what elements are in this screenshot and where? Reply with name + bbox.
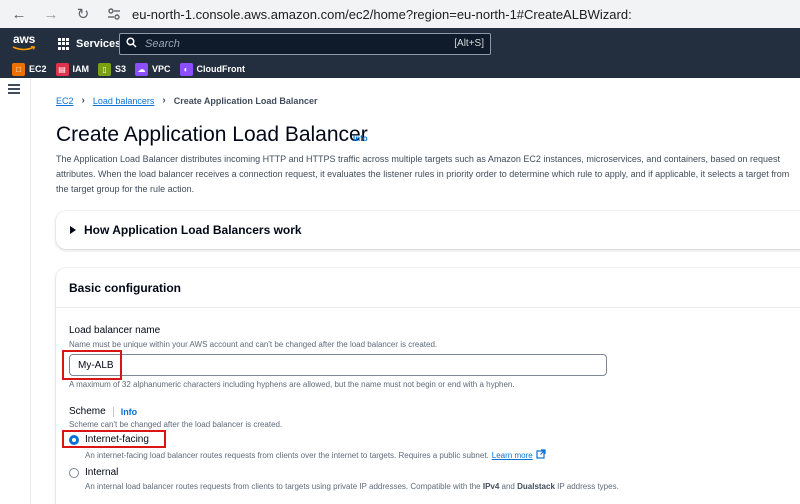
- aws-top-nav: aws Services [Alt+S]: [0, 28, 800, 60]
- internet-facing-desc-text: An internet-facing load balancer routes …: [85, 450, 489, 460]
- forward-arrow-icon[interactable]: →: [40, 3, 62, 25]
- internal-description: An internal load balancer routes request…: [85, 481, 645, 492]
- back-arrow-icon[interactable]: ←: [8, 3, 30, 25]
- internal-desc-text: An internal load balancer routes request…: [85, 482, 483, 491]
- annotation-highlight: [62, 430, 166, 448]
- address-bar-url[interactable]: eu-north-1.console.aws.amazon.com/ec2/ho…: [132, 7, 632, 22]
- search-icon: [126, 35, 137, 53]
- favorite-s3[interactable]: ▯ S3: [98, 62, 127, 76]
- how-alb-works-panel[interactable]: How Application Load Balancers work: [56, 211, 800, 249]
- iam-icon: ▤: [55, 62, 69, 76]
- favorite-label: EC2: [29, 64, 47, 74]
- caret-right-icon: [70, 226, 76, 234]
- radio-label: Internal: [85, 467, 119, 478]
- basic-configuration-card: Basic configuration Load balancer name N…: [56, 268, 800, 504]
- card-header: Basic configuration: [56, 268, 800, 308]
- radio-internal[interactable]: Internal: [69, 467, 118, 478]
- ec2-icon: □: [12, 62, 25, 76]
- ipv4-term: IPv4: [482, 482, 500, 491]
- search-input[interactable]: [145, 38, 425, 50]
- card-title: Basic configuration: [69, 280, 182, 295]
- favorite-label: S3: [115, 64, 127, 74]
- panel-title: How Application Load Balancers work: [84, 223, 302, 237]
- chevron-right-icon: ›: [81, 95, 85, 106]
- search-shortcut-hint: [Alt+S]: [454, 38, 484, 49]
- breadcrumb-ec2[interactable]: EC2: [56, 96, 74, 106]
- side-nav-divider: [30, 78, 31, 504]
- favorite-ec2[interactable]: □ EC2: [12, 62, 47, 76]
- chevron-right-icon: ›: [162, 95, 166, 106]
- favorite-vpc[interactable]: ☁ VPC: [135, 62, 171, 76]
- cloudfront-icon: ◐: [179, 62, 193, 76]
- annotation-highlight: [62, 350, 122, 380]
- dualstack-term: Dualstack: [517, 482, 555, 491]
- breadcrumb: EC2 › Load balancers › Create Applicatio…: [56, 95, 317, 106]
- aws-logo[interactable]: aws: [10, 32, 40, 56]
- reload-icon[interactable]: ↻: [72, 3, 94, 25]
- radio-unselected-icon[interactable]: [69, 467, 79, 478]
- favorite-label: CloudFront: [196, 64, 246, 74]
- page-description: The Application Load Balancer distribute…: [56, 154, 790, 194]
- menu-icon[interactable]: [8, 84, 20, 94]
- info-link[interactable]: Info: [353, 134, 368, 143]
- lb-name-description: Name must be unique within your AWS acco…: [69, 340, 438, 349]
- page-title: Create Application Load Balancer: [56, 123, 368, 146]
- internal-desc-text: and: [499, 482, 518, 491]
- favorite-label: VPC: [152, 64, 171, 74]
- favorite-cloudfront[interactable]: ◐ CloudFront: [179, 62, 246, 76]
- internal-desc-text: IP address types.: [554, 482, 619, 491]
- services-menu-button[interactable]: Services: [58, 38, 121, 50]
- scheme-info-link[interactable]: Info: [121, 407, 138, 417]
- lb-name-label: Load balancer name: [69, 325, 161, 336]
- favorite-iam[interactable]: ▤ IAM: [55, 62, 90, 76]
- external-link-icon: [536, 449, 546, 461]
- aws-logo-text: aws: [13, 32, 36, 46]
- internet-facing-description: An internet-facing load balancer routes …: [85, 449, 546, 461]
- scheme-description: Scheme can't be changed after the load b…: [69, 420, 283, 429]
- browser-toolbar: ← → ↻ eu-north-1.console.aws.amazon.com/…: [0, 0, 800, 28]
- favorites-bar: □ EC2 ▤ IAM ▯ S3 ☁ VPC ◐ CloudFront: [0, 60, 800, 78]
- scheme-label: Scheme: [69, 406, 106, 417]
- services-label: Services: [76, 38, 122, 50]
- lb-name-constraint: A maximum of 32 alphanumeric characters …: [69, 380, 515, 389]
- divider: [112, 406, 114, 417]
- scheme-label-row: Scheme Info: [69, 406, 137, 417]
- breadcrumb-current: Create Application Load Balancer: [173, 95, 318, 106]
- grid-icon: [58, 38, 70, 50]
- learn-more-link[interactable]: Learn more: [492, 451, 533, 460]
- breadcrumb-load-balancers[interactable]: Load balancers: [93, 96, 155, 106]
- site-settings-icon[interactable]: [106, 6, 122, 22]
- favorite-label: IAM: [72, 64, 90, 74]
- search-bar[interactable]: [Alt+S]: [119, 33, 491, 55]
- vpc-icon: ☁: [135, 62, 149, 76]
- lb-name-input[interactable]: [69, 354, 607, 376]
- s3-icon: ▯: [98, 62, 112, 76]
